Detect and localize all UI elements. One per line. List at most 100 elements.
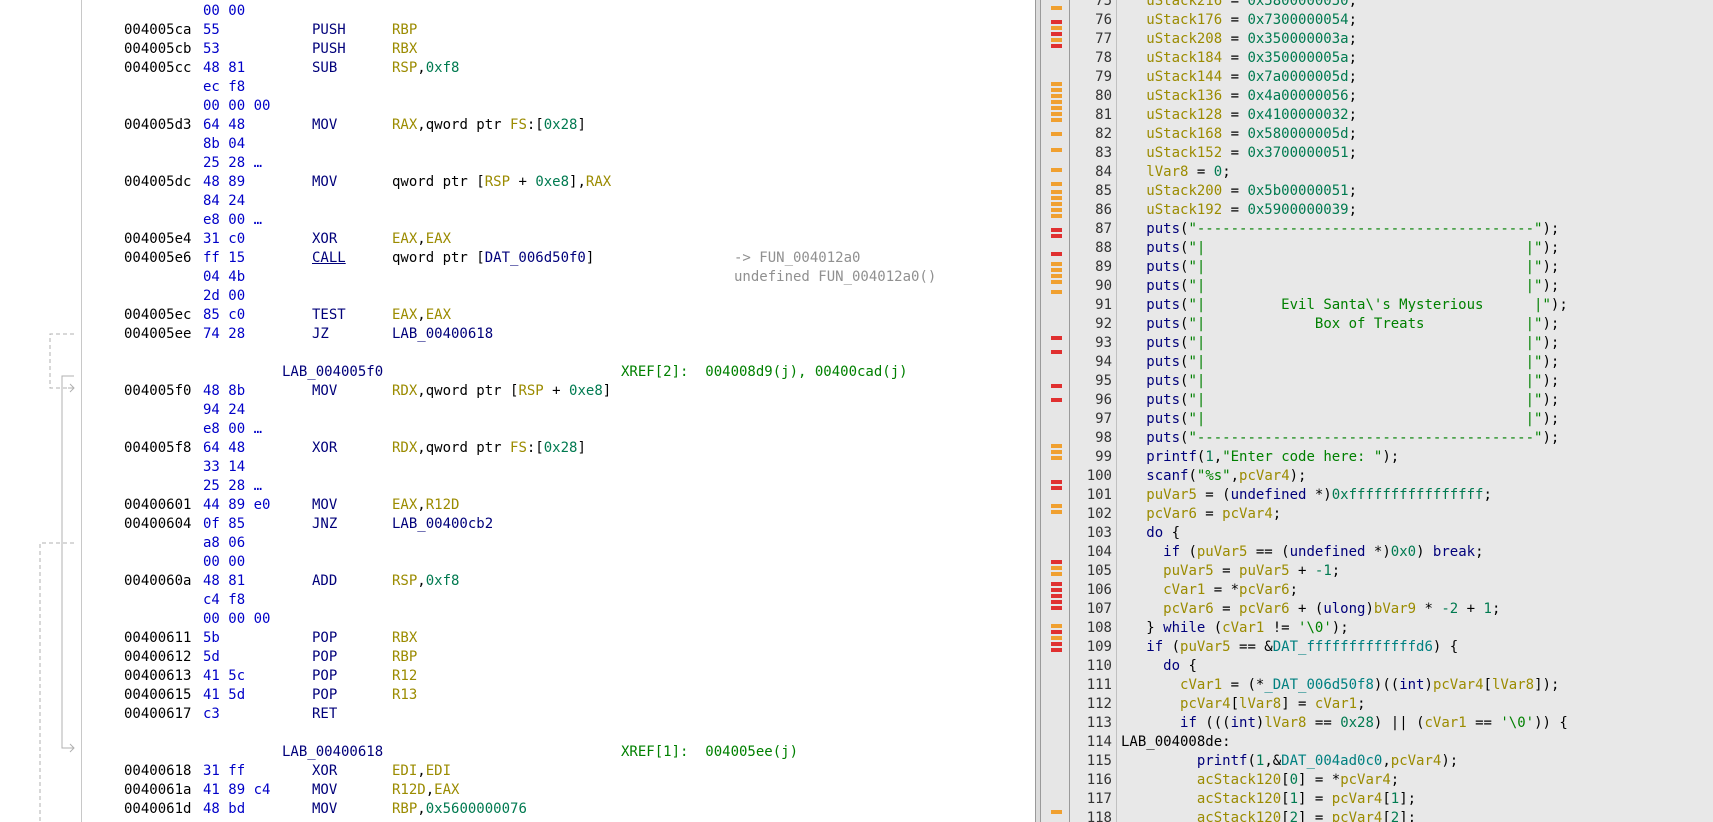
mnemonic[interactable]: ADD <box>312 572 337 591</box>
change-marker[interactable] <box>1051 566 1062 570</box>
code-text[interactable]: puVar5 = puVar5 + -1; <box>1121 562 1340 581</box>
decompiler-line[interactable]: uStack136 = 0x4a00000056; <box>1070 87 1713 106</box>
mnemonic[interactable]: POP <box>312 686 337 705</box>
label-reference[interactable]: DAT_006d50f0 <box>485 250 586 266</box>
address[interactable]: 004005e6 <box>124 249 191 268</box>
mnemonic[interactable]: MOV <box>312 800 337 819</box>
operands[interactable]: LAB_00400618 <box>392 325 493 344</box>
change-marker[interactable] <box>1051 510 1062 514</box>
code-text[interactable]: if (puVar5 == &DAT_fffffffffffffd6) { <box>1121 638 1458 657</box>
decompiler-line[interactable]: if (puVar5 == (undefined *)0x0) break; <box>1070 543 1713 562</box>
code-label[interactable]: LAB_00400618 <box>282 743 383 762</box>
mnemonic[interactable]: JNZ <box>312 515 337 534</box>
address[interactable]: 00400618 <box>124 762 191 781</box>
code-label-row[interactable]: LAB_00400618 XREF[1]: 004005ee(j) <box>0 743 1035 762</box>
operands[interactable]: RAX,qword ptr FS:[0x28] <box>392 116 586 135</box>
address[interactable]: 00400601 <box>124 496 191 515</box>
listing-row[interactable]: 004005cc 48 81 SUB RSP,0xf8 <box>0 59 1035 78</box>
listing-row[interactable]: 00 00 <box>0 2 1035 21</box>
listing-row[interactable]: 004005f0 48 8b MOV RDX,qword ptr [RSP + 0xe… <box>0 382 1035 401</box>
code-text[interactable]: cVar1 = (*_DAT_006d50f8)((int)pcVar4[lVa… <box>1121 676 1559 695</box>
operands[interactable]: RBX <box>392 629 417 648</box>
mnemonic[interactable]: RET <box>312 705 337 724</box>
code-text[interactable]: puts("| Box of Treats |"); <box>1121 315 1559 334</box>
decompiler-line[interactable]: lVar8 = 0; <box>1070 163 1713 182</box>
code-text[interactable]: uStack176 = 0x7300000054; <box>1121 11 1357 30</box>
listing-row[interactable]: ec f8 <box>0 78 1035 97</box>
address[interactable]: 00400611 <box>124 629 191 648</box>
change-marker[interactable] <box>1051 572 1062 576</box>
code-text[interactable]: uStack200 = 0x5b00000051; <box>1121 182 1357 201</box>
mnemonic[interactable]: MOV <box>312 496 337 515</box>
decompiler-line[interactable]: uStack200 = 0x5b00000051; <box>1070 182 1713 201</box>
operands[interactable]: R12 <box>392 667 417 686</box>
change-marker[interactable] <box>1051 214 1062 218</box>
operands[interactable]: EAX,EAX <box>392 230 451 249</box>
mnemonic[interactable]: XOR <box>312 439 337 458</box>
change-marker[interactable] <box>1051 20 1062 24</box>
decompiler-line[interactable]: puts("| |"); <box>1070 391 1713 410</box>
operands[interactable]: qword ptr [DAT_006d50f0] <box>392 249 594 268</box>
decompiler-line[interactable]: puts("----------------------------------… <box>1070 220 1713 239</box>
address[interactable]: 004005cc <box>124 59 191 78</box>
code-text[interactable]: do { <box>1121 657 1197 676</box>
operands[interactable]: LAB_00400cb2 <box>392 515 493 534</box>
change-marker[interactable] <box>1051 336 1062 340</box>
change-marker[interactable] <box>1051 132 1062 136</box>
listing-row[interactable]: 004005ee 74 28 JZ LAB_00400618 <box>0 325 1035 344</box>
listing-row[interactable]: 004005d3 64 48 MOV RAX,qword ptr FS:[0x28] <box>0 116 1035 135</box>
decompiler-line[interactable]: printf(1,&DAT_004ad0c0,pcVar4); <box>1070 752 1713 771</box>
decompiler-line[interactable]: uStack128 = 0x4100000032; <box>1070 106 1713 125</box>
decompiler-line[interactable]: do { <box>1070 657 1713 676</box>
address[interactable]: 00400604 <box>124 515 191 534</box>
decompiler-line[interactable]: LAB_004008de: <box>1070 733 1713 752</box>
operands[interactable]: EDI,EDI <box>392 762 451 781</box>
change-marker[interactable] <box>1051 190 1062 194</box>
change-marker[interactable] <box>1051 118 1062 122</box>
decompiler-line[interactable]: acStack120[1] = pcVar4[1]; <box>1070 790 1713 809</box>
code-text[interactable]: lVar8 = 0; <box>1121 163 1230 182</box>
code-text[interactable]: puts("| |"); <box>1121 334 1559 353</box>
listing-panel[interactable]: 00 00 004005ca 55 PUSH RBP 004005cb 53 PUSH RBX 0… <box>0 0 1035 822</box>
operands[interactable]: RBX <box>392 40 417 59</box>
address[interactable]: 004005e4 <box>124 230 191 249</box>
change-marker[interactable] <box>1051 252 1062 256</box>
change-marker[interactable] <box>1051 642 1062 646</box>
xref-list[interactable]: XREF[1]: 004005ee(j) <box>621 743 798 762</box>
mnemonic[interactable]: TEST <box>312 306 346 325</box>
label-reference[interactable]: LAB_00400618 <box>392 326 493 342</box>
mnemonic[interactable]: POP <box>312 667 337 686</box>
change-marker[interactable] <box>1051 582 1062 586</box>
xref-list[interactable]: XREF[2]: 004008d9(j), 00400cad(j) <box>621 363 908 382</box>
change-marker[interactable] <box>1051 268 1062 272</box>
code-text[interactable]: puts("| |"); <box>1121 391 1559 410</box>
decompiler-line[interactable]: pcVar6 = pcVar4; <box>1070 505 1713 524</box>
code-text[interactable]: uStack136 = 0x4a00000056; <box>1121 87 1357 106</box>
listing-row[interactable]: 00400604 0f 85 JNZ LAB_00400cb2 <box>0 515 1035 534</box>
mnemonic[interactable]: JZ <box>312 325 329 344</box>
listing-row[interactable]: 04 4b undefined FUN_004012a0() <box>0 268 1035 287</box>
mnemonic[interactable]: MOV <box>312 781 337 800</box>
code-text[interactable]: puts("| |"); <box>1121 353 1559 372</box>
listing-row[interactable]: 00400612 5d POP RBP <box>0 648 1035 667</box>
decompiler-line[interactable]: uStack184 = 0x350000005a; <box>1070 49 1713 68</box>
change-marker[interactable] <box>1051 274 1062 278</box>
change-marker[interactable] <box>1051 44 1062 48</box>
code-text[interactable]: puts("----------------------------------… <box>1121 429 1559 448</box>
operands[interactable]: RDX,qword ptr FS:[0x28] <box>392 439 586 458</box>
code-text[interactable]: puts("| |"); <box>1121 258 1559 277</box>
decompiler-line[interactable]: uStack192 = 0x5900000039; <box>1070 201 1713 220</box>
change-marker[interactable] <box>1051 202 1062 206</box>
listing-row[interactable]: 0040061d 48 bd MOV RBP,0x5600000076 <box>0 800 1035 819</box>
change-marker[interactable] <box>1051 26 1062 30</box>
listing-row[interactable]: e8 00 … <box>0 211 1035 230</box>
change-marker[interactable] <box>1051 32 1062 36</box>
change-marker[interactable] <box>1051 606 1062 610</box>
listing-row[interactable]: 0040061a 41 89 c4 MOV R12D,EAX <box>0 781 1035 800</box>
operands[interactable]: R12D,EAX <box>392 781 459 800</box>
mnemonic[interactable]: POP <box>312 629 337 648</box>
change-marker[interactable] <box>1051 504 1062 508</box>
change-marker[interactable] <box>1051 560 1062 564</box>
change-marker[interactable] <box>1051 486 1062 490</box>
mnemonic[interactable]: CALL <box>312 249 346 268</box>
